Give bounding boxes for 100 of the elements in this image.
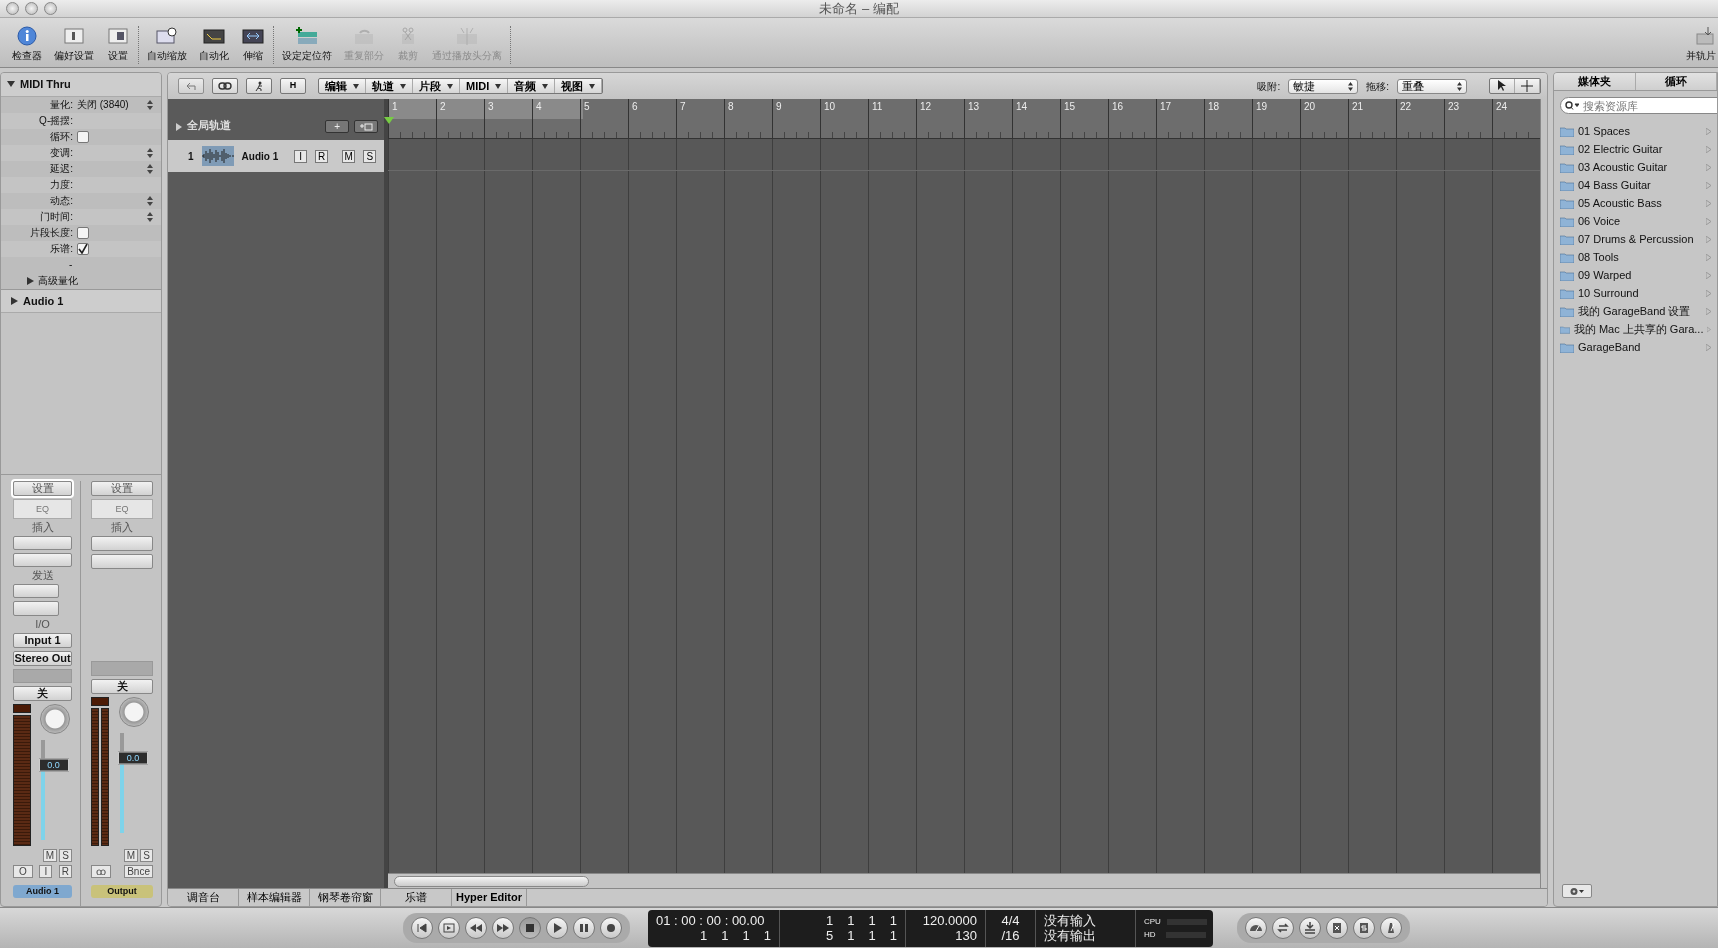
transport-button[interactable] — [1245, 917, 1267, 939]
menu-button[interactable]: 视图 — [555, 79, 603, 93]
send-slot[interactable] — [13, 584, 59, 599]
track-name[interactable]: Audio 1 — [241, 148, 279, 164]
track-toggle[interactable]: I — [294, 149, 308, 163]
channel-toggle[interactable]: Bnce — [124, 865, 153, 878]
stepper-arrows-icon[interactable] — [147, 211, 153, 222]
toolbar-button[interactable]: 自动化 — [197, 26, 231, 64]
channel-toggle[interactable]: I — [39, 864, 53, 878]
back-button[interactable] — [178, 78, 204, 94]
fader-value[interactable]: 0.0 — [118, 751, 148, 765]
channel-toggle[interactable]: O — [13, 864, 33, 878]
catch-button[interactable] — [246, 78, 272, 94]
group-button[interactable]: 关 — [13, 685, 72, 701]
menu-button[interactable]: 音频 — [508, 79, 556, 93]
input-button[interactable]: Input 1 — [13, 632, 72, 648]
editor-tab[interactable]: 调音台 — [168, 889, 239, 906]
pan-knob[interactable] — [119, 696, 149, 727]
menu-button[interactable]: 轨道 — [366, 79, 413, 93]
add-track-button[interactable]: + — [325, 120, 350, 133]
toolbar-button[interactable]: 自动缩放 — [145, 26, 189, 64]
playhead-marker-icon[interactable] — [383, 117, 394, 124]
folder-item[interactable]: GarageBand — [1554, 338, 1717, 356]
folder-item[interactable]: 08 Tools — [1554, 248, 1717, 266]
transport-button[interactable] — [546, 917, 568, 939]
transport-button[interactable] — [411, 917, 433, 939]
folder-item[interactable]: 10 Surround — [1554, 284, 1717, 302]
editor-tab[interactable]: 样本编辑器 — [239, 889, 310, 906]
channel-name[interactable]: Output — [91, 885, 153, 898]
output-button[interactable]: Stereo Out — [13, 650, 72, 666]
toolbar-button[interactable]: 设置 — [104, 26, 132, 64]
eq-display[interactable]: EQ — [91, 499, 153, 519]
stepper-arrows-icon[interactable] — [147, 99, 153, 110]
toolbar-button[interactable]: 并轨片 — [1684, 26, 1718, 63]
folder-item[interactable]: 02 Electric Guitar — [1554, 140, 1717, 158]
toolbar-button[interactable]: 偏好设置 — [52, 26, 96, 64]
close-button[interactable] — [6, 2, 19, 15]
global-tracks-label[interactable]: 全局轨道 — [187, 116, 231, 133]
fader-value[interactable]: 0.0 — [38, 758, 69, 772]
folder-item[interactable]: 01 Spaces — [1554, 122, 1717, 140]
transport-button[interactable] — [1272, 917, 1294, 939]
stepper-arrows-icon[interactable] — [147, 147, 153, 158]
zoom-button[interactable] — [44, 2, 57, 15]
insert-slot[interactable] — [91, 536, 153, 551]
tool-selector[interactable] — [1489, 78, 1541, 94]
bar-ruler[interactable]: 1 2 3 4 5 6 7 8 9 10 11 12 13 14 15 16 17 18 19 20 21 22 23 24 — [387, 99, 1540, 139]
stepper-arrows-icon[interactable] — [147, 163, 153, 174]
transport-button[interactable] — [438, 917, 460, 939]
pan-knob[interactable] — [39, 703, 70, 734]
send-slot[interactable] — [13, 601, 59, 616]
group-button[interactable]: 关 — [91, 678, 153, 694]
channel-toggle[interactable]: R — [58, 864, 72, 878]
cycle-region[interactable] — [387, 99, 583, 119]
track-toggle[interactable]: M — [342, 149, 356, 163]
folder-item[interactable]: 我的 Mac 上共享的 Gara... — [1554, 320, 1717, 338]
channel-toggle[interactable]: M — [123, 849, 138, 862]
track-toggle[interactable]: S — [363, 149, 377, 163]
channel-toggle[interactable]: S — [59, 848, 72, 862]
settings-button[interactable]: 设置 — [13, 481, 72, 496]
action-menu-button[interactable] — [1562, 884, 1592, 898]
transport-button[interactable] — [519, 917, 541, 939]
folder-item[interactable]: 04 Bass Guitar — [1554, 176, 1717, 194]
disclosure-right-icon[interactable] — [11, 296, 18, 305]
snap-mode-select[interactable]: 敏捷 — [1288, 78, 1359, 94]
scroll-thumb[interactable] — [393, 875, 589, 887]
transport-button[interactable] — [600, 917, 622, 939]
editor-tab[interactable]: 乐谱 — [381, 889, 452, 906]
folder-item[interactable]: 我的 GarageBand 设置 — [1554, 302, 1717, 320]
checkbox[interactable] — [77, 226, 89, 239]
transport-button[interactable] — [1326, 917, 1348, 939]
duplicate-track-button[interactable] — [354, 120, 379, 133]
channel-name[interactable]: Audio 1 — [13, 884, 72, 898]
transport-button[interactable] — [1299, 917, 1321, 939]
channel-toggle[interactable]: ꝏ — [91, 865, 111, 878]
browser-tab[interactable]: 循环 — [1635, 73, 1717, 90]
transport-button[interactable] — [1353, 917, 1375, 939]
menu-button[interactable]: MIDI — [460, 79, 509, 93]
insert-slot[interactable] — [13, 536, 72, 551]
transport-button[interactable] — [465, 917, 487, 939]
menu-button[interactable]: 片段 — [413, 79, 460, 93]
track-toggle[interactable]: R — [315, 149, 329, 163]
settings-button[interactable]: 设置 — [91, 481, 153, 496]
channel-toggle[interactable]: S — [140, 849, 153, 862]
folder-item[interactable]: 06 Voice — [1554, 212, 1717, 230]
folder-item[interactable]: 05 Acoustic Bass — [1554, 194, 1717, 212]
toolbar-button[interactable]: 检查器 — [10, 26, 44, 64]
menu-button[interactable]: 编辑 — [319, 79, 366, 93]
folder-item[interactable]: 07 Drums & Percussion — [1554, 230, 1717, 248]
toolbar-button[interactable]: 伸缩 — [239, 26, 267, 64]
search-field[interactable]: 搜索资源库 — [1560, 97, 1717, 114]
transport-button[interactable] — [573, 917, 595, 939]
channel-toggle[interactable]: M — [42, 848, 57, 862]
editor-tab[interactable]: 钢琴卷帘窗 — [310, 889, 381, 906]
minimize-button[interactable] — [25, 2, 38, 15]
inspector-value[interactable]: 关闭 (3840) — [77, 97, 147, 112]
folder-item[interactable]: 03 Acoustic Guitar — [1554, 158, 1717, 176]
link-button[interactable] — [212, 78, 238, 94]
toolbar-button[interactable]: 设定定位符 — [280, 26, 334, 64]
folder-item[interactable]: 09 Warped — [1554, 266, 1717, 284]
disclosure-down-icon[interactable] — [7, 80, 15, 89]
